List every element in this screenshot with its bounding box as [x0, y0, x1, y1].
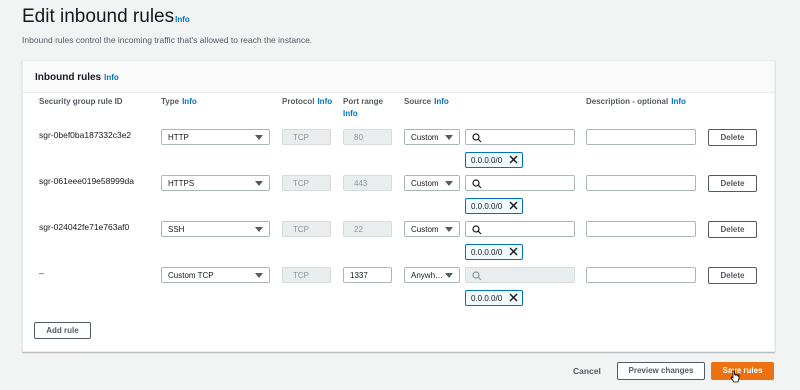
source-search-input[interactable] — [465, 129, 575, 145]
source-select-value: Custom — [411, 133, 439, 142]
search-icon — [472, 133, 482, 143]
chevron-down-icon — [445, 273, 453, 278]
col-header-description-label: Description - optional — [586, 97, 669, 106]
page-title-info-link[interactable]: Info — [175, 15, 190, 24]
delete-button[interactable]: Delete — [708, 175, 757, 192]
protocol-info-link[interactable]: Info — [317, 97, 332, 106]
rule-id: sgr-061eee019e58999da — [39, 176, 135, 186]
close-icon[interactable] — [509, 155, 518, 164]
col-header-source-label: Source — [404, 97, 432, 106]
close-icon[interactable] — [509, 201, 518, 210]
chevron-down-icon — [255, 135, 263, 140]
port-range-input[interactable]: 1337 — [343, 267, 392, 283]
type-select[interactable]: SSH — [161, 221, 270, 237]
type-select[interactable]: HTTP — [161, 129, 270, 145]
type-select-value: Custom TCP — [168, 271, 214, 280]
col-header-protocol: Protocol Info — [282, 97, 332, 106]
rule-id: sgr-0bef0ba187332c3e2 — [39, 130, 132, 140]
delete-button[interactable]: Delete — [708, 129, 757, 146]
protocol-field: TCP — [282, 129, 331, 145]
delete-button[interactable]: Delete — [708, 267, 757, 284]
col-header-rule-id: Security group rule ID — [39, 97, 123, 106]
col-header-port-range: Port range — [343, 97, 383, 106]
protocol-field: TCP — [282, 221, 331, 237]
description-input[interactable] — [586, 175, 696, 191]
chevron-down-icon — [445, 135, 453, 140]
source-select-value: Custom — [411, 179, 439, 188]
search-icon — [472, 179, 482, 189]
rule-id: sgr-024042fe71e763af0 — [39, 222, 130, 232]
page-title-text: Edit inbound rules — [22, 6, 175, 27]
cidr-token-label: 0.0.0.0/0 — [471, 156, 503, 165]
chevron-down-icon — [255, 227, 263, 232]
description-info-link[interactable]: Info — [671, 97, 686, 106]
protocol-field: TCP — [282, 267, 331, 283]
search-icon — [472, 225, 482, 235]
chevron-down-icon — [445, 181, 453, 186]
protocol-field: TCP — [282, 175, 331, 191]
source-select-value: Custom — [411, 225, 439, 234]
close-icon[interactable] — [509, 247, 518, 256]
col-header-rule-id-label: Security group rule ID — [39, 97, 123, 106]
preview-changes-button[interactable]: Preview changes — [617, 362, 705, 380]
delete-button[interactable]: Delete — [708, 221, 757, 238]
type-select-value: SSH — [168, 225, 185, 234]
cidr-token: 0.0.0.0/0 — [465, 290, 523, 306]
chevron-down-icon — [255, 181, 263, 186]
cursor-pointer-icon — [730, 370, 740, 383]
source-search-input — [465, 267, 575, 283]
page-description: Inbound rules control the incoming traff… — [22, 35, 313, 45]
close-icon[interactable] — [509, 293, 518, 302]
chevron-down-icon — [445, 227, 453, 232]
description-input[interactable] — [586, 129, 696, 145]
description-input[interactable] — [586, 221, 696, 237]
col-header-description: Description - optional Info — [586, 97, 686, 106]
cidr-token-label: 0.0.0.0/0 — [471, 202, 503, 211]
cidr-token: 0.0.0.0/0 — [465, 244, 523, 260]
cidr-token: 0.0.0.0/0 — [465, 152, 523, 168]
type-info-link[interactable]: Info — [182, 97, 197, 106]
source-search-input[interactable] — [465, 175, 575, 191]
add-rule-button[interactable]: Add rule — [34, 322, 91, 339]
port-range-field: 80 — [343, 129, 392, 145]
source-select[interactable]: Anywh… — [404, 267, 460, 283]
cidr-token: 0.0.0.0/0 — [465, 198, 523, 214]
source-select-value: Anywh… — [411, 271, 444, 280]
source-select[interactable]: Custom — [404, 129, 460, 145]
cidr-token-label: 0.0.0.0/0 — [471, 248, 503, 257]
cidr-token-label: 0.0.0.0/0 — [471, 294, 503, 303]
chevron-down-icon — [255, 273, 263, 278]
type-select-value: HTTPS — [168, 179, 195, 188]
page-title: Edit inbound rulesInfo — [22, 6, 190, 28]
col-header-protocol-label: Protocol — [282, 97, 315, 106]
col-header-port-range-label: Port range — [343, 97, 384, 106]
description-input[interactable] — [586, 267, 696, 283]
search-icon — [472, 271, 482, 281]
rule-id: – — [39, 268, 44, 278]
source-select[interactable]: Custom — [404, 221, 460, 237]
type-select[interactable]: HTTPS — [161, 175, 270, 191]
panel-title: Inbound rules Info — [35, 72, 119, 83]
save-rules-button[interactable]: Save rules — [711, 362, 774, 380]
type-select-value: HTTP — [168, 133, 189, 142]
source-search-input[interactable] — [465, 221, 575, 237]
cancel-button[interactable]: Cancel — [573, 366, 601, 376]
port-range-field: 443 — [343, 175, 392, 191]
port-range-info-link[interactable]: Info — [343, 109, 358, 118]
col-header-type-label: Type — [161, 97, 180, 106]
col-header-source: Source Info — [404, 97, 449, 106]
port-range-field: 22 — [343, 221, 392, 237]
panel-header: Inbound rules Info — [23, 61, 774, 93]
type-select[interactable]: Custom TCP — [161, 267, 270, 283]
panel-info-link[interactable]: Info — [104, 73, 119, 82]
panel-title-text: Inbound rules — [35, 72, 102, 83]
source-select[interactable]: Custom — [404, 175, 460, 191]
source-info-link[interactable]: Info — [434, 97, 449, 106]
col-header-type: Type Info — [161, 97, 197, 106]
